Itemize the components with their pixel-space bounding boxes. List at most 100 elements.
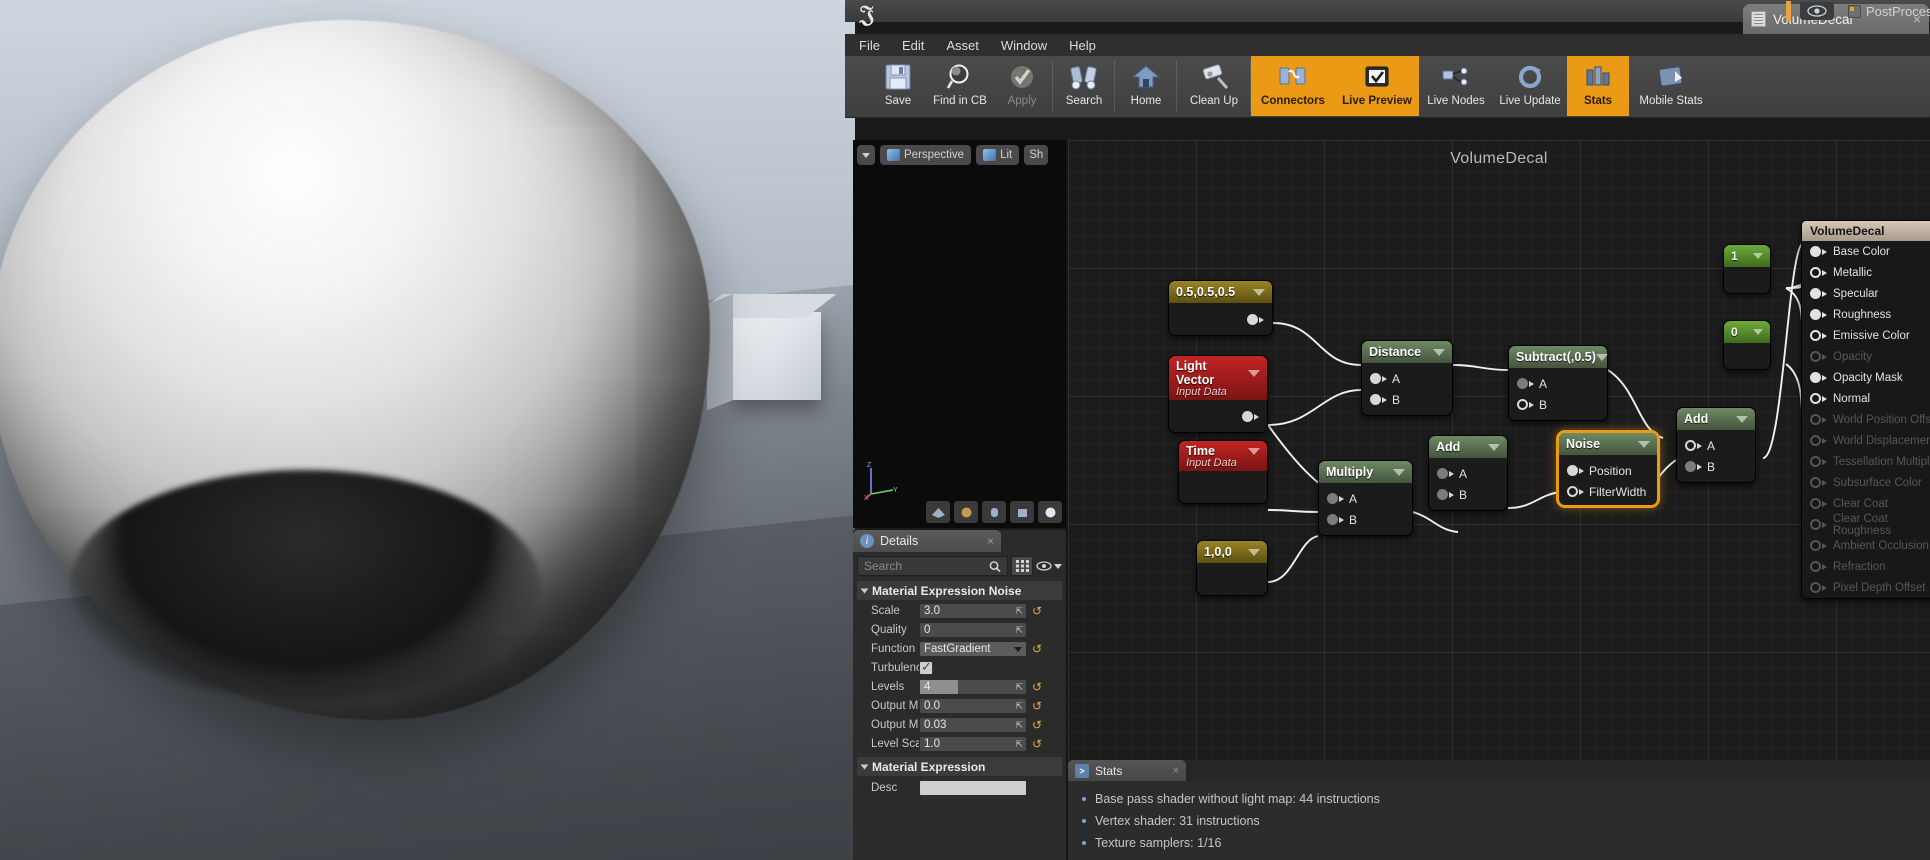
output-min-input[interactable]: 0.0 ⇱ <box>919 697 1027 714</box>
chevron-down-icon[interactable] <box>1433 348 1445 356</box>
menu-item-edit[interactable]: Edit <box>902 38 924 53</box>
chevron-down-icon[interactable] <box>1248 369 1260 377</box>
node-add-2[interactable]: Add A B <box>1676 407 1756 483</box>
node-header[interactable]: Noise <box>1559 433 1657 455</box>
node-input-pin-position[interactable]: Position <box>1559 460 1657 481</box>
home-button[interactable]: Home <box>1115 56 1177 116</box>
node-multiply[interactable]: Multiply A B <box>1318 460 1413 536</box>
output-pin-opacity-mask[interactable]: Opacity Mask <box>1802 367 1930 388</box>
apply-button[interactable]: Apply <box>991 56 1053 116</box>
live-nodes-button[interactable]: Live Nodes <box>1419 56 1493 116</box>
node-header[interactable]: Distance <box>1362 341 1452 363</box>
material-preview-viewport[interactable]: Perspective Lit Sh Z Y X <box>853 140 1066 528</box>
output-pin-tessellation-multiplier[interactable]: Tessellation Multiplier <box>1802 451 1930 472</box>
viewport-cube-mesh[interactable] <box>733 312 821 400</box>
node-material-output[interactable]: VolumeDecal Base Color Metallic Specular… <box>1801 220 1930 599</box>
output-pin-specular[interactable]: Specular <box>1802 283 1930 304</box>
node-header[interactable]: Time Input Data <box>1179 441 1267 471</box>
details-search-input[interactable] <box>864 559 990 573</box>
output-pin-normal[interactable]: Normal <box>1802 388 1930 409</box>
chevron-down-icon[interactable] <box>1253 288 1265 296</box>
live-preview-button[interactable]: Live Preview <box>1335 56 1419 116</box>
stats-button[interactable]: Stats <box>1567 56 1629 116</box>
function-dropdown[interactable]: FastGradient <box>919 640 1027 657</box>
details-visibility-dropdown[interactable] <box>1036 556 1062 576</box>
output-pin-base-color[interactable]: Base Color <box>1802 241 1930 262</box>
node-time[interactable]: Time Input Data <box>1178 440 1268 504</box>
spinner-arrows-icon[interactable]: ⇱ <box>1015 701 1023 712</box>
quality-input[interactable]: 0 ⇱ <box>919 621 1027 638</box>
node-input-pin-b[interactable]: B <box>1509 394 1607 415</box>
reset-icon[interactable]: ↺ <box>1032 738 1044 750</box>
node-subtract[interactable]: Subtract(,0.5) A B <box>1508 345 1608 421</box>
level-scale-input[interactable]: 1.0 ⇱ <box>919 735 1027 752</box>
node-input-pin-b[interactable]: B <box>1429 484 1507 505</box>
find-in-cb-button[interactable]: Find in CB <box>929 56 991 116</box>
node-input-pin-a[interactable]: A <box>1362 368 1452 389</box>
clean-up-button[interactable]: Clean Up <box>1177 56 1251 116</box>
node-header[interactable]: 1 <box>1724 245 1770 267</box>
reset-icon[interactable]: ↺ <box>1032 719 1044 731</box>
node-add-1[interactable]: Add A B <box>1428 435 1508 511</box>
preview-cube-icon[interactable] <box>1010 501 1034 523</box>
spinner-arrows-icon[interactable]: ⇱ <box>1015 606 1023 617</box>
output-pin-subsurface-color[interactable]: Subsurface Color <box>1802 472 1930 493</box>
spinner-arrows-icon[interactable]: ⇱ <box>1015 739 1023 750</box>
node-output-pin[interactable] <box>1242 406 1267 427</box>
chevron-down-icon[interactable] <box>1736 415 1748 423</box>
live-update-button[interactable]: Live Update <box>1493 56 1567 116</box>
node-light-vector[interactable]: Light Vector Input Data <box>1168 355 1268 433</box>
output-pin-world-position-offset[interactable]: World Position Offset <box>1802 409 1930 430</box>
node-header[interactable]: 0.5,0.5,0.5 <box>1169 281 1272 303</box>
visibility-toggle[interactable] <box>1800 2 1834 20</box>
preview-custom-mesh-icon[interactable] <box>1038 501 1062 523</box>
node-input-pin-b[interactable]: B <box>1677 456 1755 477</box>
node-distance[interactable]: Distance A B <box>1361 340 1453 416</box>
output-pin-emissive-color[interactable]: Emissive Color <box>1802 325 1930 346</box>
node-output-pin[interactable] <box>1247 309 1272 330</box>
mobile-stats-button[interactable]: Mobile Stats <box>1629 56 1713 116</box>
reset-icon[interactable]: ↺ <box>1032 605 1044 617</box>
node-constant3-vector[interactable]: 0.5,0.5,0.5 <box>1168 280 1273 336</box>
node-input-pin-b[interactable]: B <box>1362 389 1452 410</box>
section-header-material-expression-noise[interactable]: Material Expression Noise <box>857 581 1062 600</box>
details-tab[interactable]: i Details × <box>853 530 1001 552</box>
menu-item-file[interactable]: File <box>859 38 880 53</box>
turbulence-checkbox[interactable] <box>919 659 933 675</box>
output-max-input[interactable]: 0.03 ⇱ <box>919 716 1027 733</box>
scale-input[interactable]: 3.0 ⇱ <box>919 602 1027 619</box>
node-header[interactable]: Add <box>1429 436 1507 458</box>
chevron-down-icon[interactable] <box>1753 329 1763 335</box>
node-constant-zero[interactable]: 0 <box>1723 320 1771 370</box>
output-pin-refraction[interactable]: Refraction <box>1802 556 1930 577</box>
node-header[interactable]: 0 <box>1724 321 1770 343</box>
material-graph-canvas[interactable]: VolumeDecal 0.5,0.5,0.5 Light Vector Inp… <box>1068 140 1930 760</box>
node-header[interactable]: Light Vector Input Data <box>1169 356 1267 400</box>
chevron-down-icon[interactable] <box>1393 468 1405 476</box>
node-noise[interactable]: Noise Position FilterWidth <box>1556 430 1660 508</box>
connectors-button[interactable]: Connectors <box>1251 56 1335 116</box>
node-header[interactable]: Multiply <box>1319 461 1412 483</box>
preview-plane-icon[interactable] <box>926 501 950 523</box>
menu-item-help[interactable]: Help <box>1069 38 1096 53</box>
output-pin-clear-coat-roughness[interactable]: Clear Coat Roughness <box>1802 513 1930 537</box>
node-header[interactable]: 1,0,0 <box>1197 541 1267 563</box>
tab-postprocess[interactable]: PostProcessV <box>1848 0 1930 22</box>
node-input-pin-filterwidth[interactable]: FilterWidth <box>1559 481 1657 502</box>
chevron-down-icon[interactable] <box>1248 548 1260 556</box>
spinner-arrows-icon[interactable]: ⇱ <box>1015 625 1023 636</box>
close-icon[interactable]: × <box>1173 765 1179 777</box>
output-pin-roughness[interactable]: Roughness <box>1802 304 1930 325</box>
close-icon[interactable]: × <box>987 534 994 548</box>
output-pin-pixel-depth-offset[interactable]: Pixel Depth Offset <box>1802 577 1930 598</box>
output-node-header[interactable]: VolumeDecal <box>1802 221 1930 241</box>
chevron-down-icon[interactable] <box>1488 443 1500 451</box>
reset-icon[interactable]: ↺ <box>1032 643 1044 655</box>
chevron-down-icon[interactable] <box>1638 440 1650 448</box>
chevron-down-icon[interactable] <box>1753 253 1763 259</box>
stats-tab[interactable]: > Stats × <box>1068 760 1186 781</box>
reset-icon[interactable]: ↺ <box>1032 700 1044 712</box>
node-constant3-one-zero-zero[interactable]: 1,0,0 <box>1196 540 1268 596</box>
chevron-down-icon[interactable] <box>1248 447 1260 455</box>
details-grid-view-button[interactable] <box>1011 556 1033 576</box>
